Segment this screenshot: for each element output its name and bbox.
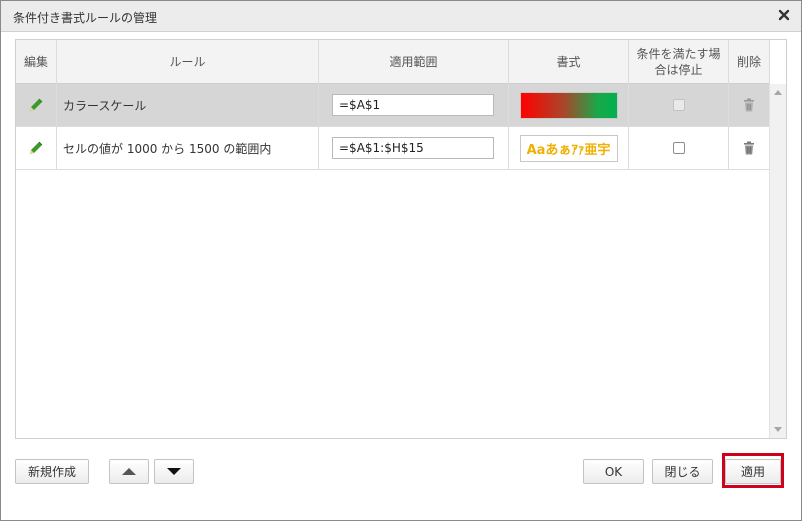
down-arrow-icon xyxy=(167,468,181,475)
delete-cell xyxy=(729,84,770,126)
conditional-format-dialog: 条件付き書式ルールの管理 編集 ルール 適用範囲 書式 条件を満たす場合は停止 … xyxy=(0,0,802,521)
format-cell xyxy=(509,84,629,126)
rule-name: カラースケール xyxy=(63,98,147,113)
stop-cell xyxy=(629,127,729,169)
edit-cell xyxy=(16,84,57,126)
header-rule: ルール xyxy=(57,40,319,84)
pencil-icon[interactable] xyxy=(28,140,44,156)
text-format-preview: Aaあぁｱｧ亜宇 xyxy=(519,134,618,162)
header-stop-if-true: 条件を満たす場合は停止 xyxy=(629,40,729,84)
scroll-up-icon[interactable] xyxy=(774,90,782,95)
close-button[interactable]: 閉じる xyxy=(652,459,713,484)
header-range: 適用範囲 xyxy=(319,40,509,84)
rules-table: 編集 ルール 適用範囲 書式 条件を満たす場合は停止 削除 カラースケール =$… xyxy=(15,39,787,439)
new-rule-button[interactable]: 新規作成 xyxy=(15,459,89,484)
table-header: 編集 ルール 適用範囲 書式 条件を満たす場合は停止 削除 xyxy=(16,40,770,84)
range-input[interactable] xyxy=(332,94,494,116)
delete-cell xyxy=(729,127,770,169)
title-bar: 条件付き書式ルールの管理 xyxy=(1,1,801,32)
move-down-button[interactable] xyxy=(154,459,194,484)
format-cell: Aaあぁｱｧ亜宇 xyxy=(509,127,629,169)
color-scale-preview xyxy=(519,91,618,119)
stop-if-true-checkbox[interactable] xyxy=(672,142,685,154)
move-up-button[interactable] xyxy=(109,459,149,484)
up-arrow-icon xyxy=(122,468,136,475)
vertical-scrollbar[interactable] xyxy=(769,84,786,438)
stop-cell xyxy=(629,84,729,126)
range-input[interactable] xyxy=(332,137,494,159)
header-format: 書式 xyxy=(509,40,629,84)
rule-cell: セルの値が 1000 から 1500 の範囲内 xyxy=(57,127,319,169)
header-delete: 削除 xyxy=(729,40,770,84)
stop-if-true-checkbox[interactable] xyxy=(672,99,685,111)
close-icon[interactable] xyxy=(777,8,791,22)
table-row[interactable]: セルの値が 1000 から 1500 の範囲内 Aaあぁｱｧ亜宇 xyxy=(16,127,770,170)
table-row[interactable]: カラースケール xyxy=(16,84,770,127)
pencil-icon[interactable] xyxy=(28,97,44,113)
rule-name: セルの値が 1000 から 1500 の範囲内 xyxy=(63,141,272,156)
apply-highlight-box xyxy=(722,453,784,488)
range-cell xyxy=(319,84,509,126)
ok-button[interactable]: OK xyxy=(583,459,644,484)
trash-icon[interactable] xyxy=(742,141,756,155)
edit-cell xyxy=(16,127,57,169)
dialog-title: 条件付き書式ルールの管理 xyxy=(13,11,158,25)
scroll-down-icon[interactable] xyxy=(774,427,782,432)
trash-icon[interactable] xyxy=(742,98,756,112)
range-cell xyxy=(319,127,509,169)
header-edit: 編集 xyxy=(16,40,57,84)
rule-cell: カラースケール xyxy=(57,84,319,126)
